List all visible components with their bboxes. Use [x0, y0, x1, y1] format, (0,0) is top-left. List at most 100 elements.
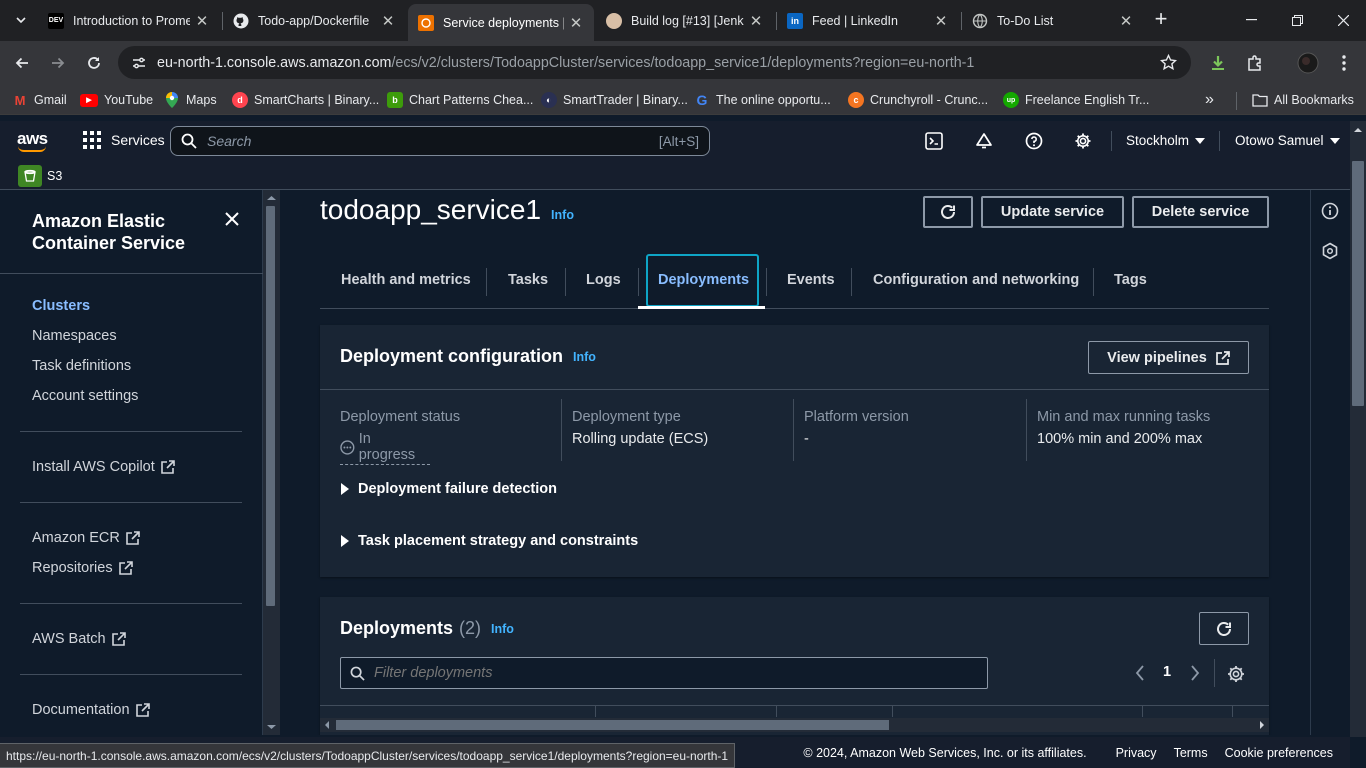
failure-detection-expander[interactable]: Deployment failure detection — [340, 481, 557, 497]
close-tab-icon[interactable]: ✕ — [380, 13, 396, 30]
browser-tab[interactable]: Build log [#13] [Jenki ✕ — [596, 6, 774, 35]
delete-service-button[interactable]: Delete service — [1132, 196, 1269, 228]
current-page[interactable]: 1 — [1163, 664, 1171, 680]
info-link[interactable]: Info — [551, 208, 574, 222]
all-bookmarks[interactable]: All Bookmarks — [1252, 90, 1354, 110]
refresh-button[interactable] — [923, 196, 973, 228]
close-tab-icon[interactable]: ✕ — [748, 13, 764, 30]
previous-page-icon[interactable] — [1135, 665, 1145, 681]
close-tab-icon[interactable]: ✕ — [933, 13, 949, 30]
deployment-status-field: Deployment status In progress — [340, 409, 461, 465]
tab-health-and-metrics[interactable]: Health and metrics — [341, 272, 471, 288]
favorite-s3[interactable]: S3 — [18, 165, 62, 187]
close-window-icon[interactable] — [1320, 0, 1366, 40]
info-link[interactable]: Info — [491, 622, 514, 636]
close-tab-icon[interactable]: ✕ — [1118, 13, 1134, 30]
bookmark-gmail[interactable]: M Gmail — [12, 90, 67, 110]
bookmark-smartcharts[interactable]: d SmartCharts | Binary... — [232, 90, 379, 110]
sidebar-item-amazon-ecr[interactable]: Amazon ECR — [32, 530, 140, 546]
profile-avatar[interactable] — [1294, 49, 1322, 77]
tab-configuration-and-networking[interactable]: Configuration and networking — [873, 272, 1079, 288]
reload-icon[interactable] — [80, 49, 108, 77]
download-icon[interactable] — [1204, 49, 1232, 77]
forward-arrow-icon[interactable] — [44, 49, 72, 77]
privacy-link[interactable]: Privacy — [1116, 746, 1157, 760]
extensions-icon[interactable] — [1241, 49, 1269, 77]
browser-tab[interactable]: To-Do List ✕ — [962, 6, 1144, 35]
bookmark-maps[interactable]: Maps — [164, 90, 217, 110]
view-pipelines-button[interactable]: View pipelines — [1088, 341, 1249, 374]
close-tab-icon[interactable]: ✕ — [568, 15, 584, 32]
browser-tab-active[interactable]: Service deployments | ✕ — [408, 4, 594, 41]
sidebar-item-task-definitions[interactable]: Task definitions — [32, 358, 131, 374]
restore-icon[interactable] — [1274, 0, 1320, 40]
region-selector[interactable]: Stockholm — [1126, 133, 1206, 148]
bookmark-star-icon[interactable] — [1160, 54, 1177, 71]
refresh-deployments-button[interactable] — [1199, 612, 1249, 645]
bookmark-upwork[interactable]: up Freelance English Tr... — [1003, 90, 1149, 110]
new-tab-button[interactable]: + — [1150, 8, 1172, 31]
minimize-icon[interactable] — [1228, 0, 1274, 40]
sidebar-item-aws-batch[interactable]: AWS Batch — [32, 631, 126, 647]
deployment-type-field: Deployment type Rolling update (ECS) — [572, 409, 709, 447]
aws-ecs-favicon-icon — [418, 14, 434, 31]
close-sidebar-icon[interactable] — [225, 212, 239, 226]
cloudshell-icon[interactable] — [922, 129, 946, 153]
help-panel-hexagon-icon[interactable] — [1321, 242, 1339, 260]
browser-tab[interactable]: Todo-app/Dockerfile ✕ — [223, 6, 406, 35]
back-arrow-icon[interactable] — [8, 49, 36, 77]
settings-gear-icon[interactable] — [1071, 129, 1095, 153]
bookmark-smarttrader[interactable]: ◐ SmartTrader | Binary... — [541, 90, 688, 110]
bookmark-google[interactable]: G The online opportu... — [694, 90, 831, 110]
filter-deployments-box[interactable] — [340, 657, 988, 689]
sidebar-item-clusters[interactable]: Clusters — [32, 298, 90, 314]
favorites-bar: S3 — [0, 161, 1350, 190]
tab-tasks[interactable]: Tasks — [508, 272, 548, 288]
sidebar-item-install-copilot[interactable]: Install AWS Copilot — [32, 459, 175, 475]
table-horizontal-scrollbar[interactable] — [320, 718, 1269, 732]
bookmark-youtube[interactable]: ▶ YouTube — [80, 90, 153, 110]
account-menu[interactable]: Otowo Samuel — [1235, 133, 1340, 148]
tab-logs[interactable]: Logs — [586, 272, 621, 288]
next-page-icon[interactable] — [1190, 665, 1200, 681]
aws-search-box[interactable]: [Alt+S] — [170, 126, 710, 156]
table-preferences-gear-icon[interactable] — [1227, 665, 1245, 683]
search-input[interactable] — [207, 133, 659, 149]
help-icon[interactable] — [1022, 129, 1046, 153]
tab-deployments[interactable]: Deployments — [658, 272, 749, 288]
sidebar-scrollbar[interactable] — [263, 190, 280, 735]
status-in-progress[interactable]: In progress — [340, 431, 430, 465]
smarttrader-icon: ◐ — [541, 92, 557, 108]
tab-tags[interactable]: Tags — [1114, 272, 1147, 288]
aws-logo[interactable]: aws — [17, 129, 48, 152]
bookmark-chart-patterns[interactable]: b Chart Patterns Chea... — [387, 90, 533, 110]
more-bookmarks-icon[interactable]: » — [1205, 90, 1214, 110]
sidebar-item-account-settings[interactable]: Account settings — [32, 388, 138, 404]
browser-menu-icon[interactable] — [1330, 49, 1358, 77]
config-fields: Deployment status In progress Deployment… — [320, 389, 1269, 469]
tab-search-icon[interactable] — [8, 8, 34, 32]
site-info-icon[interactable] — [130, 54, 150, 72]
close-tab-icon[interactable]: ✕ — [194, 13, 210, 30]
bookmark-crunchyroll[interactable]: c Crunchyroll - Crunc... — [848, 90, 988, 110]
page-scrollbar[interactable] — [1350, 121, 1366, 737]
sidebar-item-namespaces[interactable]: Namespaces — [32, 328, 117, 344]
browser-tab[interactable]: DEV Introduction to Prome ✕ — [38, 6, 220, 35]
ecs-sidebar: Amazon Elastic Container Service Cluster… — [0, 190, 263, 735]
cookie-preferences-link[interactable]: Cookie preferences — [1225, 746, 1333, 760]
info-link[interactable]: Info — [573, 350, 596, 364]
sidebar-item-documentation[interactable]: Documentation — [32, 702, 150, 718]
terms-link[interactable]: Terms — [1174, 746, 1208, 760]
address-bar[interactable]: eu-north-1.console.aws.amazon.com/ecs/v2… — [118, 46, 1191, 79]
browser-tab[interactable]: in Feed | LinkedIn ✕ — [777, 6, 959, 35]
update-service-button[interactable]: Update service — [981, 196, 1124, 228]
tab-events[interactable]: Events — [787, 272, 835, 288]
filter-deployments-input[interactable] — [374, 665, 987, 681]
services-menu-button[interactable]: Services — [83, 131, 165, 149]
tab-title: Service deployments | — [443, 15, 564, 30]
info-panel-icon[interactable] — [1321, 202, 1339, 220]
task-placement-expander[interactable]: Task placement strategy and constraints — [340, 533, 638, 549]
deployments-panel: Deployments (2) Info 1 — [320, 597, 1269, 735]
sidebar-item-repositories[interactable]: Repositories — [32, 560, 133, 576]
notifications-bell-icon[interactable] — [972, 129, 996, 153]
